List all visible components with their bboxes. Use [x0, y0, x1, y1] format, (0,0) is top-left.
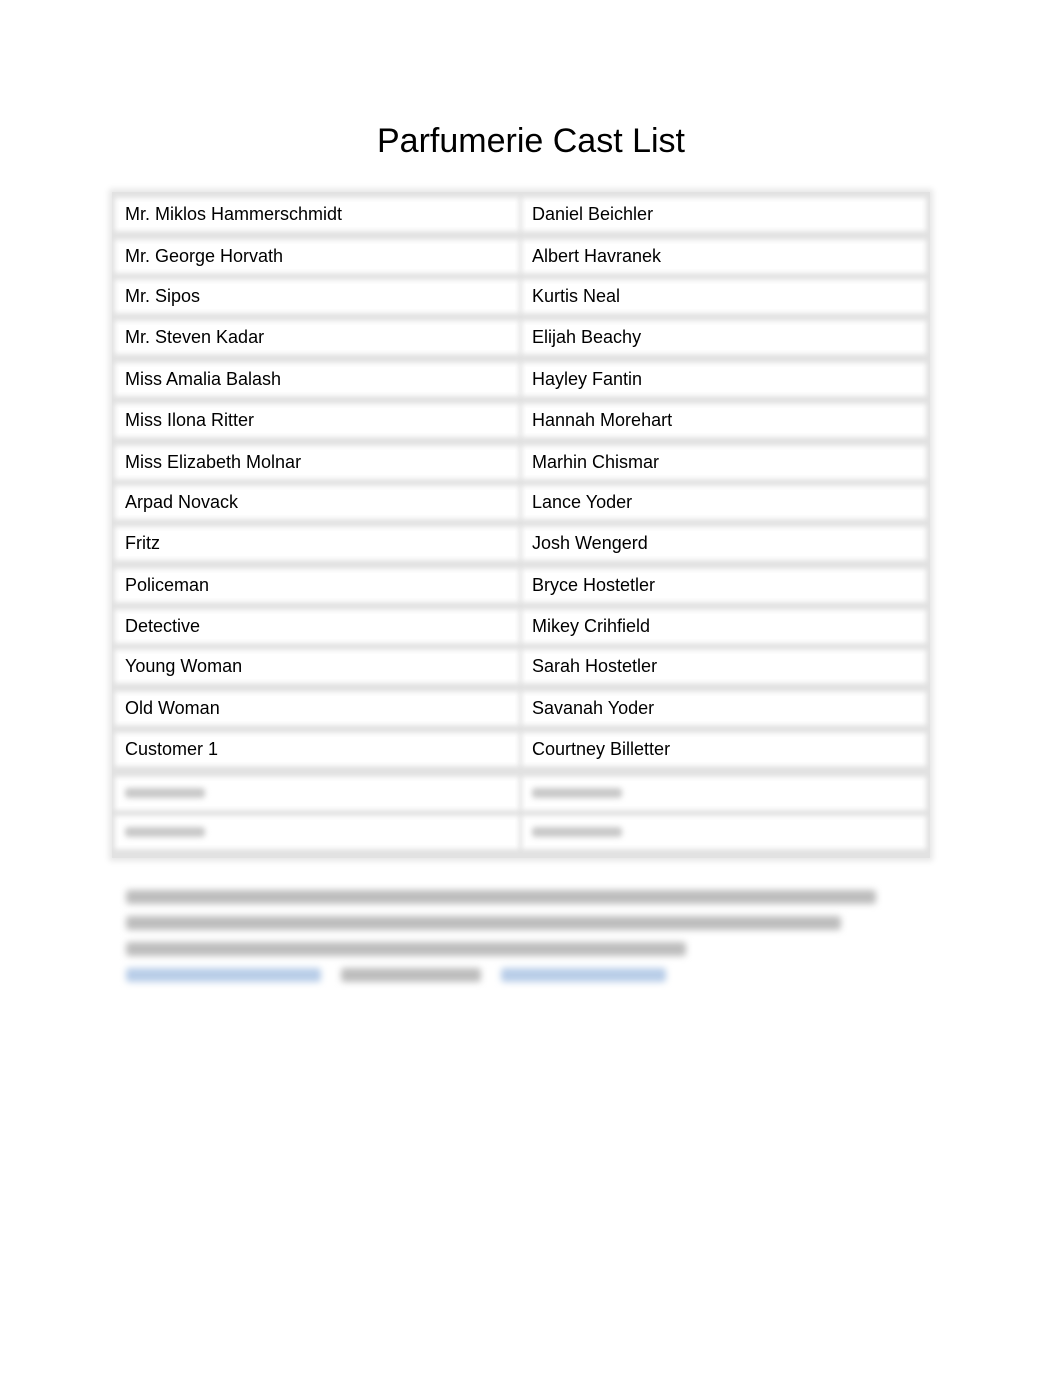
blurred-cell — [526, 820, 922, 845]
blurred-text-line — [126, 890, 876, 904]
actor-cell: Sarah Hostetler — [526, 654, 922, 679]
role-cell: Detective — [119, 614, 515, 639]
role-cell: Miss Ilona Ritter — [119, 408, 515, 433]
actor-cell: Hayley Fantin — [526, 367, 922, 392]
table-row: Miss Amalia Balash Hayley Fantin — [112, 361, 930, 402]
role-cell: Young Woman — [119, 654, 515, 679]
table-row: Miss Ilona Ritter Hannah Morehart — [112, 402, 930, 443]
actor-cell: Lance Yoder — [526, 490, 922, 515]
blurred-link[interactable] — [126, 968, 321, 982]
actor-cell: Bryce Hostetler — [526, 573, 922, 598]
role-cell: Mr. George Horvath — [119, 244, 515, 269]
role-cell: Arpad Novack — [119, 490, 515, 515]
actor-cell: Albert Havranek — [526, 244, 922, 269]
blurred-link[interactable] — [501, 968, 666, 982]
role-cell: Miss Elizabeth Molnar — [119, 450, 515, 475]
blurred-text-line — [126, 942, 686, 956]
blurred-text-line — [341, 968, 481, 982]
role-cell: Customer 1 — [119, 737, 515, 762]
actor-cell: Marhin Chismar — [526, 450, 922, 475]
blurred-cell — [119, 781, 515, 806]
document-page: Parfumerie Cast List Mr. Miklos Hammersc… — [0, 0, 1062, 1377]
actor-cell: Courtney Billetter — [526, 737, 922, 762]
blurred-cell — [119, 820, 515, 845]
table-row: Arpad Novack Lance Yoder — [112, 484, 930, 525]
table-row: Young Woman Sarah Hostetler — [112, 648, 930, 689]
role-cell: Policeman — [119, 573, 515, 598]
actor-cell: Hannah Morehart — [526, 408, 922, 433]
blurred-text-line — [126, 916, 841, 930]
role-cell: Fritz — [119, 531, 515, 556]
blurred-table-row — [112, 814, 930, 855]
role-cell: Mr. Sipos — [119, 284, 515, 309]
blurred-note — [126, 878, 886, 982]
actor-cell: Daniel Beichler — [526, 202, 922, 227]
table-row: Mr. George Horvath Albert Havranek — [112, 238, 930, 279]
actor-cell: Savanah Yoder — [526, 696, 922, 721]
actor-cell: Kurtis Neal — [526, 284, 922, 309]
role-cell: Mr. Steven Kadar — [119, 325, 515, 350]
table-row: Old Woman Savanah Yoder — [112, 690, 930, 731]
table-row: Customer 1 Courtney Billetter — [112, 731, 930, 772]
role-cell: Old Woman — [119, 696, 515, 721]
table-row: Fritz Josh Wengerd — [112, 525, 930, 566]
actor-cell: Josh Wengerd — [526, 531, 922, 556]
table-row: Detective Mikey Crihfield — [112, 608, 930, 649]
role-cell: Mr. Miklos Hammerschmidt — [119, 202, 515, 227]
page-title: Parfumerie Cast List — [377, 122, 685, 160]
blurred-table-row — [112, 775, 930, 816]
table-row: Policeman Bryce Hostetler — [112, 567, 930, 608]
actor-cell: Mikey Crihfield — [526, 614, 922, 639]
table-row: Mr. Miklos Hammerschmidt Daniel Beichler — [112, 196, 930, 237]
table-row: Mr. Steven Kadar Elijah Beachy — [112, 319, 930, 360]
blurred-cell — [526, 781, 922, 806]
actor-cell: Elijah Beachy — [526, 325, 922, 350]
cast-table: Mr. Miklos Hammerschmidt Daniel Beichler M… — [112, 192, 930, 858]
role-cell: Miss Amalia Balash — [119, 367, 515, 392]
table-row: Mr. Sipos Kurtis Neal — [112, 278, 930, 319]
table-row: Miss Elizabeth Molnar Marhin Chismar — [112, 444, 930, 485]
